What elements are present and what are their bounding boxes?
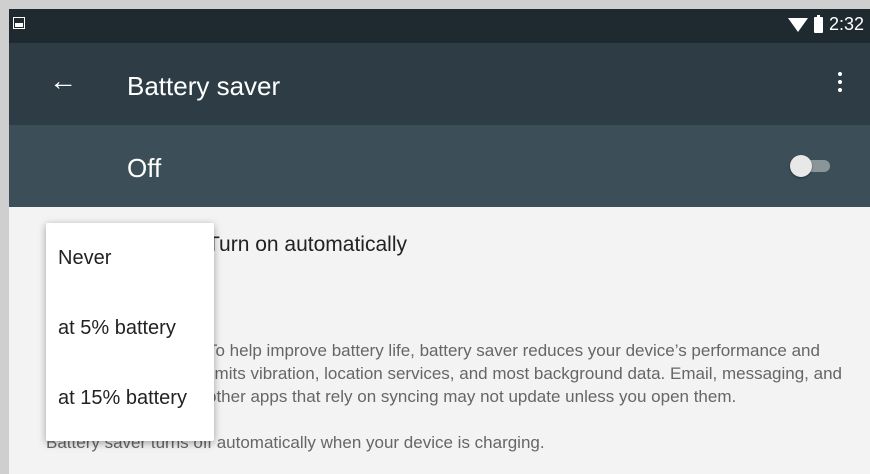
more-dot [838,80,842,84]
page-title: Battery saver [127,71,281,101]
image-icon [13,17,25,29]
battery-saver-toggle[interactable] [790,155,830,177]
menu-item-never[interactable]: Never [58,247,111,270]
more-dot [838,72,842,76]
battery-icon [813,14,823,33]
auto-turn-on-setting[interactable]: Turn on automatically [207,233,407,257]
more-dot [838,88,842,92]
battery-saver-description: To help improve battery life, battery sa… [207,341,842,406]
master-switch-bar[interactable]: Off [9,125,870,207]
auto-turn-on-dropdown-menu: Never at 5% battery at 15% battery [46,223,214,441]
wifi-icon [787,17,808,32]
toggle-thumb [790,155,812,177]
app-bar: ← Battery saver [9,43,870,125]
status-time: 2:32 [828,14,864,34]
master-switch-label: Off [127,153,162,183]
menu-item-5-percent[interactable]: at 5% battery [58,317,176,340]
screen: 2:32 ← Battery saver Off Turn on automat… [9,9,870,474]
status-bar: 2:32 [9,9,870,43]
arrow-back-icon[interactable]: ← [47,65,79,97]
status-icons: 2:32 [787,14,864,35]
more-vert-icon[interactable] [834,69,846,99]
menu-item-15-percent[interactable]: at 15% battery [58,387,187,410]
